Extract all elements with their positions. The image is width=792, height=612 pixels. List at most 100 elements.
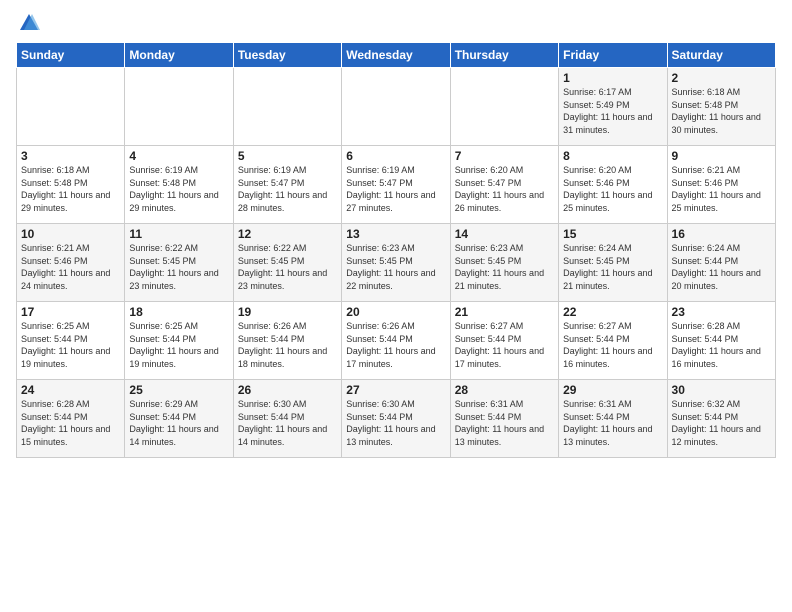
day-number: 21 — [455, 305, 554, 319]
day-number: 25 — [129, 383, 228, 397]
day-number: 4 — [129, 149, 228, 163]
day-cell: 4Sunrise: 6:19 AM Sunset: 5:48 PM Daylig… — [125, 146, 233, 224]
day-info: Sunrise: 6:21 AM Sunset: 5:46 PM Dayligh… — [21, 242, 120, 292]
day-info: Sunrise: 6:29 AM Sunset: 5:44 PM Dayligh… — [129, 398, 228, 448]
day-cell: 26Sunrise: 6:30 AM Sunset: 5:44 PM Dayli… — [233, 380, 341, 458]
day-cell: 24Sunrise: 6:28 AM Sunset: 5:44 PM Dayli… — [17, 380, 125, 458]
day-cell: 5Sunrise: 6:19 AM Sunset: 5:47 PM Daylig… — [233, 146, 341, 224]
day-cell: 29Sunrise: 6:31 AM Sunset: 5:44 PM Dayli… — [559, 380, 667, 458]
day-info: Sunrise: 6:20 AM Sunset: 5:47 PM Dayligh… — [455, 164, 554, 214]
day-info: Sunrise: 6:27 AM Sunset: 5:44 PM Dayligh… — [455, 320, 554, 370]
day-info: Sunrise: 6:19 AM Sunset: 5:47 PM Dayligh… — [346, 164, 445, 214]
day-number: 19 — [238, 305, 337, 319]
day-number: 3 — [21, 149, 120, 163]
day-number: 2 — [672, 71, 771, 85]
day-info: Sunrise: 6:30 AM Sunset: 5:44 PM Dayligh… — [238, 398, 337, 448]
day-info: Sunrise: 6:32 AM Sunset: 5:44 PM Dayligh… — [672, 398, 771, 448]
col-header-wednesday: Wednesday — [342, 43, 450, 68]
day-info: Sunrise: 6:19 AM Sunset: 5:47 PM Dayligh… — [238, 164, 337, 214]
day-number: 24 — [21, 383, 120, 397]
logo — [16, 12, 40, 34]
col-header-monday: Monday — [125, 43, 233, 68]
day-cell: 10Sunrise: 6:21 AM Sunset: 5:46 PM Dayli… — [17, 224, 125, 302]
day-number: 7 — [455, 149, 554, 163]
day-info: Sunrise: 6:28 AM Sunset: 5:44 PM Dayligh… — [672, 320, 771, 370]
day-info: Sunrise: 6:21 AM Sunset: 5:46 PM Dayligh… — [672, 164, 771, 214]
day-number: 27 — [346, 383, 445, 397]
day-number: 10 — [21, 227, 120, 241]
day-cell: 7Sunrise: 6:20 AM Sunset: 5:47 PM Daylig… — [450, 146, 558, 224]
day-cell: 8Sunrise: 6:20 AM Sunset: 5:46 PM Daylig… — [559, 146, 667, 224]
day-number: 26 — [238, 383, 337, 397]
day-cell: 15Sunrise: 6:24 AM Sunset: 5:45 PM Dayli… — [559, 224, 667, 302]
day-number: 28 — [455, 383, 554, 397]
day-number: 6 — [346, 149, 445, 163]
day-cell: 9Sunrise: 6:21 AM Sunset: 5:46 PM Daylig… — [667, 146, 775, 224]
day-number: 17 — [21, 305, 120, 319]
day-cell: 21Sunrise: 6:27 AM Sunset: 5:44 PM Dayli… — [450, 302, 558, 380]
day-info: Sunrise: 6:24 AM Sunset: 5:45 PM Dayligh… — [563, 242, 662, 292]
day-number: 8 — [563, 149, 662, 163]
day-cell: 13Sunrise: 6:23 AM Sunset: 5:45 PM Dayli… — [342, 224, 450, 302]
day-cell: 30Sunrise: 6:32 AM Sunset: 5:44 PM Dayli… — [667, 380, 775, 458]
week-row-5: 24Sunrise: 6:28 AM Sunset: 5:44 PM Dayli… — [17, 380, 776, 458]
day-info: Sunrise: 6:22 AM Sunset: 5:45 PM Dayligh… — [129, 242, 228, 292]
day-info: Sunrise: 6:25 AM Sunset: 5:44 PM Dayligh… — [21, 320, 120, 370]
day-number: 1 — [563, 71, 662, 85]
day-cell: 23Sunrise: 6:28 AM Sunset: 5:44 PM Dayli… — [667, 302, 775, 380]
day-cell: 14Sunrise: 6:23 AM Sunset: 5:45 PM Dayli… — [450, 224, 558, 302]
day-info: Sunrise: 6:18 AM Sunset: 5:48 PM Dayligh… — [21, 164, 120, 214]
day-number: 13 — [346, 227, 445, 241]
day-cell: 2Sunrise: 6:18 AM Sunset: 5:48 PM Daylig… — [667, 68, 775, 146]
day-info: Sunrise: 6:18 AM Sunset: 5:48 PM Dayligh… — [672, 86, 771, 136]
day-cell — [125, 68, 233, 146]
day-cell: 3Sunrise: 6:18 AM Sunset: 5:48 PM Daylig… — [17, 146, 125, 224]
day-cell: 19Sunrise: 6:26 AM Sunset: 5:44 PM Dayli… — [233, 302, 341, 380]
calendar-table: SundayMondayTuesdayWednesdayThursdayFrid… — [16, 42, 776, 458]
day-cell: 22Sunrise: 6:27 AM Sunset: 5:44 PM Dayli… — [559, 302, 667, 380]
day-info: Sunrise: 6:27 AM Sunset: 5:44 PM Dayligh… — [563, 320, 662, 370]
week-row-1: 1Sunrise: 6:17 AM Sunset: 5:49 PM Daylig… — [17, 68, 776, 146]
day-cell: 27Sunrise: 6:30 AM Sunset: 5:44 PM Dayli… — [342, 380, 450, 458]
day-number: 15 — [563, 227, 662, 241]
col-header-thursday: Thursday — [450, 43, 558, 68]
day-number: 12 — [238, 227, 337, 241]
day-number: 30 — [672, 383, 771, 397]
day-info: Sunrise: 6:24 AM Sunset: 5:44 PM Dayligh… — [672, 242, 771, 292]
day-info: Sunrise: 6:17 AM Sunset: 5:49 PM Dayligh… — [563, 86, 662, 136]
day-cell: 28Sunrise: 6:31 AM Sunset: 5:44 PM Dayli… — [450, 380, 558, 458]
day-info: Sunrise: 6:19 AM Sunset: 5:48 PM Dayligh… — [129, 164, 228, 214]
day-cell: 20Sunrise: 6:26 AM Sunset: 5:44 PM Dayli… — [342, 302, 450, 380]
page-container: SundayMondayTuesdayWednesdayThursdayFrid… — [0, 0, 792, 466]
day-cell — [450, 68, 558, 146]
col-header-sunday: Sunday — [17, 43, 125, 68]
week-row-3: 10Sunrise: 6:21 AM Sunset: 5:46 PM Dayli… — [17, 224, 776, 302]
logo-icon — [18, 12, 40, 34]
day-cell — [17, 68, 125, 146]
day-number: 22 — [563, 305, 662, 319]
day-number: 29 — [563, 383, 662, 397]
day-cell: 18Sunrise: 6:25 AM Sunset: 5:44 PM Dayli… — [125, 302, 233, 380]
day-number: 20 — [346, 305, 445, 319]
day-info: Sunrise: 6:31 AM Sunset: 5:44 PM Dayligh… — [455, 398, 554, 448]
day-cell: 11Sunrise: 6:22 AM Sunset: 5:45 PM Dayli… — [125, 224, 233, 302]
header-row: SundayMondayTuesdayWednesdayThursdayFrid… — [17, 43, 776, 68]
day-cell — [342, 68, 450, 146]
day-cell: 12Sunrise: 6:22 AM Sunset: 5:45 PM Dayli… — [233, 224, 341, 302]
day-cell: 16Sunrise: 6:24 AM Sunset: 5:44 PM Dayli… — [667, 224, 775, 302]
day-number: 11 — [129, 227, 228, 241]
day-cell: 17Sunrise: 6:25 AM Sunset: 5:44 PM Dayli… — [17, 302, 125, 380]
day-number: 5 — [238, 149, 337, 163]
day-cell: 25Sunrise: 6:29 AM Sunset: 5:44 PM Dayli… — [125, 380, 233, 458]
day-number: 23 — [672, 305, 771, 319]
col-header-saturday: Saturday — [667, 43, 775, 68]
day-number: 18 — [129, 305, 228, 319]
day-info: Sunrise: 6:30 AM Sunset: 5:44 PM Dayligh… — [346, 398, 445, 448]
day-info: Sunrise: 6:23 AM Sunset: 5:45 PM Dayligh… — [455, 242, 554, 292]
week-row-4: 17Sunrise: 6:25 AM Sunset: 5:44 PM Dayli… — [17, 302, 776, 380]
day-cell — [233, 68, 341, 146]
day-cell: 1Sunrise: 6:17 AM Sunset: 5:49 PM Daylig… — [559, 68, 667, 146]
header — [16, 12, 776, 34]
day-info: Sunrise: 6:25 AM Sunset: 5:44 PM Dayligh… — [129, 320, 228, 370]
day-number: 16 — [672, 227, 771, 241]
